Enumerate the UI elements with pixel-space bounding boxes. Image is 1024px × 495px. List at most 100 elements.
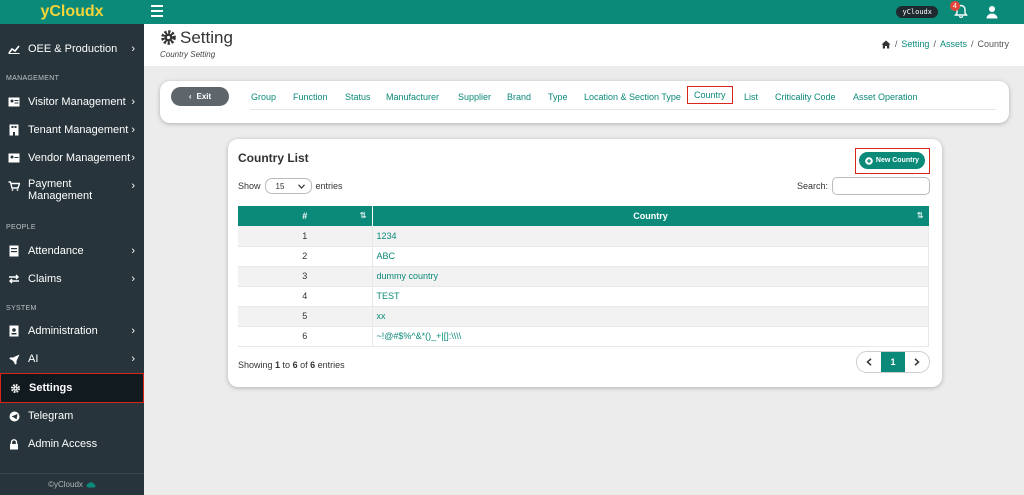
sidebar-item-label: Administration bbox=[28, 325, 98, 337]
tab-function[interactable]: Function bbox=[293, 92, 328, 102]
country-link[interactable]: xx bbox=[372, 306, 929, 327]
tab-list[interactable]: List bbox=[744, 92, 758, 102]
sort-icon: ⇅ bbox=[916, 211, 924, 220]
tab-brand[interactable]: Brand bbox=[507, 92, 531, 102]
sidebar-item-label: Claims bbox=[28, 273, 62, 285]
sidebar-item-telegram[interactable]: Telegram bbox=[0, 405, 144, 427]
tab-criticality-code[interactable]: Criticality Code bbox=[775, 92, 836, 102]
tabs-divider bbox=[250, 109, 996, 110]
sidebar-item-vendor-management[interactable]: Vendor Management › bbox=[0, 147, 144, 169]
country-link[interactable]: ~!@#$%^&*()_+|[]:\\\\ bbox=[372, 326, 929, 347]
country-link[interactable]: TEST bbox=[372, 286, 929, 307]
country-link[interactable]: 1234 bbox=[372, 226, 929, 247]
lock-icon bbox=[7, 438, 21, 450]
table-row[interactable]: 5 xx bbox=[238, 306, 929, 327]
tab-location-section-type[interactable]: Location & Section Type bbox=[584, 92, 681, 102]
tab-status[interactable]: Status bbox=[345, 92, 371, 102]
user-card-icon bbox=[7, 325, 21, 337]
badge-icon bbox=[7, 245, 21, 257]
sidebar-item-label: AI bbox=[28, 353, 39, 365]
sidebar-item-visitor-management[interactable]: Visitor Management › bbox=[0, 91, 144, 113]
next-page-button[interactable] bbox=[905, 352, 929, 372]
prev-page-button[interactable] bbox=[857, 352, 881, 372]
tab-supplier[interactable]: Supplier bbox=[458, 92, 491, 102]
building-icon bbox=[7, 124, 21, 136]
page-button-current[interactable]: 1 bbox=[881, 352, 905, 372]
tab-group[interactable]: Group bbox=[251, 92, 276, 102]
cart-icon bbox=[7, 181, 21, 191]
sidebar-item-label: OEE & Production bbox=[28, 43, 118, 55]
column-header-country[interactable]: Country ⇅ bbox=[372, 206, 929, 226]
chevron-right-icon: › bbox=[131, 180, 135, 192]
table-info: Showing 1 to 6 of 6 entries bbox=[238, 360, 345, 370]
country-link[interactable]: ABC bbox=[372, 246, 929, 267]
search-input[interactable] bbox=[832, 177, 930, 195]
tab-manufacturer[interactable]: Manufacturer bbox=[386, 92, 439, 102]
sidebar-item-tenant-management[interactable]: Tenant Management › bbox=[0, 119, 144, 141]
top-bar: yCloudx 4 bbox=[144, 0, 1024, 24]
telegram-icon bbox=[7, 411, 21, 422]
country-table: # ⇅ Country ⇅ 1 1234 2 ABC 3 dummy country 4T… bbox=[238, 206, 929, 347]
chevron-right-icon: › bbox=[131, 124, 135, 136]
chevron-right-icon: › bbox=[131, 273, 135, 285]
chevron-left-icon: ‹ bbox=[188, 92, 192, 101]
entries-select[interactable]: 15 bbox=[264, 178, 312, 194]
brand-logo[interactable]: yCloudx bbox=[0, 0, 144, 24]
user-pill[interactable]: yCloudx bbox=[896, 6, 938, 18]
page-title: Setting bbox=[180, 28, 233, 47]
chevron-left-icon bbox=[866, 358, 872, 366]
tab-type[interactable]: Type bbox=[548, 92, 568, 102]
column-header-number[interactable]: # ⇅ bbox=[238, 206, 373, 226]
breadcrumb-assets[interactable]: Assets bbox=[940, 39, 967, 49]
sidebar-item-oee-production[interactable]: OEE & Production › bbox=[0, 38, 144, 60]
page-subtitle: Country Setting bbox=[160, 50, 216, 59]
sidebar-item-ai[interactable]: AI › bbox=[0, 348, 144, 370]
chart-line-icon bbox=[7, 44, 21, 54]
sidebar-item-label: Telegram bbox=[28, 410, 74, 422]
table-row[interactable]: 6 ~!@#$%^&*()_+|[]:\\\\ bbox=[238, 326, 929, 347]
page-header: Setting Country Setting / Setting / Asse… bbox=[144, 24, 1024, 66]
hamburger-menu-icon[interactable] bbox=[151, 5, 163, 20]
pagination: 1 bbox=[856, 351, 930, 373]
table-row[interactable]: 3 dummy country bbox=[238, 266, 929, 287]
sidebar-footer: ©yCloudx bbox=[0, 473, 144, 495]
sidebar-item-settings[interactable]: Settings bbox=[0, 373, 144, 403]
chevron-right-icon: › bbox=[131, 96, 135, 108]
sidebar-item-label: Admin Access bbox=[28, 438, 98, 450]
country-link[interactable]: dummy country bbox=[372, 266, 929, 287]
new-country-button[interactable]: New Country bbox=[859, 152, 925, 169]
plus-icon bbox=[865, 156, 873, 165]
table-row[interactable]: 2 ABC bbox=[238, 246, 929, 267]
sidebar-item-label: Settings bbox=[29, 382, 73, 394]
gear-icon bbox=[8, 383, 22, 394]
sidebar-item-claims[interactable]: Claims › bbox=[0, 268, 144, 290]
table-row[interactable]: 1 1234 bbox=[238, 226, 929, 247]
section-people: PEOPLE bbox=[6, 224, 36, 231]
sidebar-item-attendance[interactable]: Attendance › bbox=[0, 240, 144, 262]
id-card-icon bbox=[7, 97, 21, 107]
sidebar-item-label: Vendor Management bbox=[28, 152, 131, 164]
home-icon[interactable] bbox=[881, 40, 891, 49]
tab-asset-operation[interactable]: Asset Operation bbox=[853, 92, 918, 102]
sidebar-item-admin-access[interactable]: Admin Access bbox=[0, 433, 144, 455]
user-icon[interactable] bbox=[986, 5, 998, 19]
table-row[interactable]: 4 TEST bbox=[238, 286, 929, 307]
search-control: Search: bbox=[797, 177, 930, 195]
entries-length-control: Show 15 entries bbox=[238, 178, 343, 194]
vendor-card-icon bbox=[7, 153, 21, 163]
chevron-right-icon: › bbox=[131, 245, 135, 257]
settings-tabs-card: ‹ Exit Group Function Status Manufacture… bbox=[160, 81, 1009, 123]
tab-country[interactable]: Country bbox=[687, 86, 733, 104]
exit-button[interactable]: ‹ Exit bbox=[171, 87, 229, 106]
country-list-card: Country List New Country Show 15 entries… bbox=[228, 139, 942, 387]
sidebar-item-administration[interactable]: Administration › bbox=[0, 320, 144, 342]
breadcrumb: / Setting / Assets / Country bbox=[881, 39, 1009, 49]
section-management: MANAGEMENT bbox=[6, 75, 60, 82]
chevron-down-icon bbox=[297, 183, 305, 189]
section-system: SYSTEM bbox=[6, 305, 37, 312]
footer-copyright: ©yCloudx bbox=[48, 480, 83, 489]
sidebar-item-payment-management[interactable]: Payment Management › bbox=[0, 178, 144, 206]
chevron-right-icon: › bbox=[131, 353, 135, 365]
breadcrumb-setting[interactable]: Setting bbox=[901, 39, 929, 49]
sidebar-item-label: Attendance bbox=[28, 245, 84, 257]
